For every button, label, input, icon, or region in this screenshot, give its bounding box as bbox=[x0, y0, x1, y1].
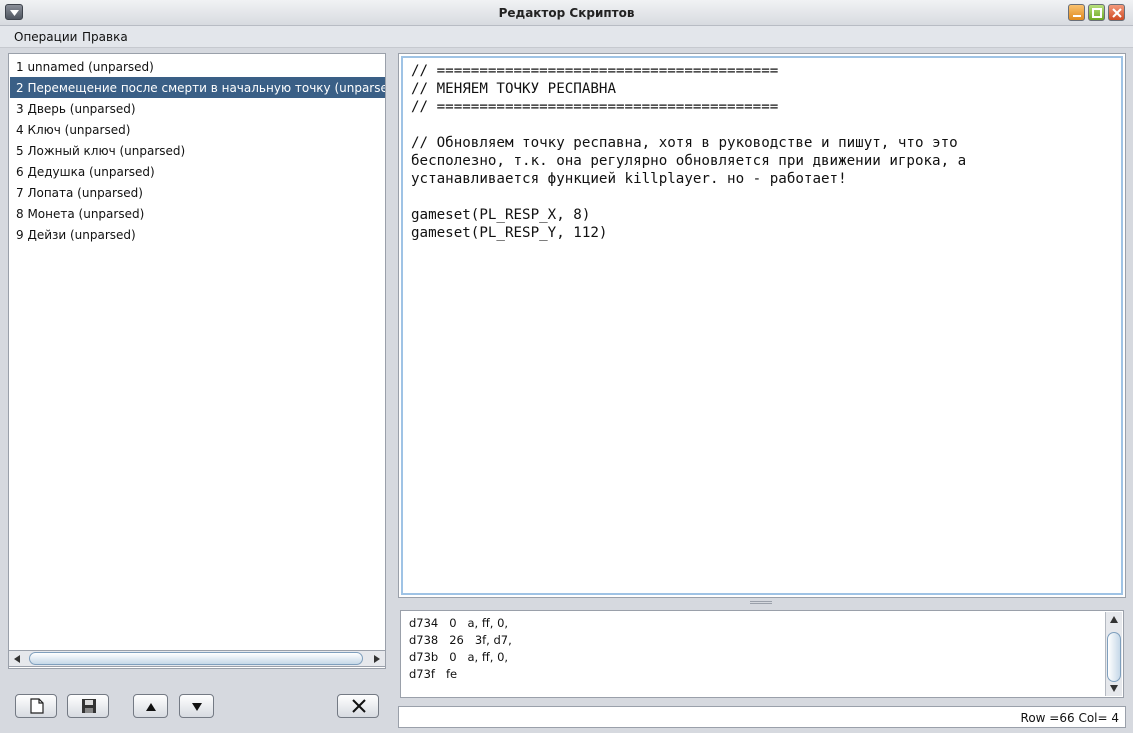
script-editor-container: // =====================================… bbox=[398, 53, 1126, 598]
delete-icon bbox=[352, 699, 366, 713]
script-list-item[interactable]: 6 Дедушка (unparsed) bbox=[10, 161, 385, 182]
script-list-item[interactable]: 9 Дейзи (unparsed) bbox=[10, 224, 385, 245]
maximize-icon bbox=[1092, 8, 1102, 18]
hscroll-thumb[interactable] bbox=[29, 652, 363, 665]
bytecode-line: d73f fe bbox=[409, 667, 458, 681]
bytecode-line: d738 26 3f, d7, bbox=[409, 633, 512, 647]
bytecode-line: d734 0 a, ff, 0, bbox=[409, 616, 509, 630]
script-list-item[interactable]: 7 Лопата (unparsed) bbox=[10, 182, 385, 203]
save-script-button[interactable] bbox=[67, 694, 109, 718]
script-list-item[interactable]: 5 Ложный ключ (unparsed) bbox=[10, 140, 385, 161]
maximize-button[interactable] bbox=[1088, 4, 1105, 21]
minimize-button[interactable] bbox=[1068, 4, 1085, 21]
move-down-icon bbox=[192, 703, 202, 711]
script-list-item[interactable]: 4 Ключ (unparsed) bbox=[10, 119, 385, 140]
menu-operations[interactable]: Операции bbox=[14, 30, 77, 44]
script-list-hscrollbar[interactable] bbox=[8, 650, 386, 667]
scroll-down-icon[interactable] bbox=[1109, 683, 1119, 693]
scroll-right-icon[interactable] bbox=[371, 653, 383, 665]
status-bar: Row =66 Col= 4 bbox=[398, 706, 1126, 728]
save-icon bbox=[82, 699, 96, 713]
script-list-item[interactable]: 8 Монета (unparsed) bbox=[10, 203, 385, 224]
vscroll-thumb[interactable] bbox=[1107, 632, 1121, 682]
code-line: // МЕНЯЕМ ТОЧКУ РЕСПАВНА bbox=[411, 81, 616, 97]
code-line: устанавливается функцией killplayer. но … bbox=[411, 171, 847, 187]
new-script-button[interactable] bbox=[15, 694, 57, 718]
code-line: gameset(PL_RESP_Y, 112) bbox=[411, 225, 608, 241]
bytecode-panel: d734 0 a, ff, 0, d738 26 3f, d7, d73b 0 … bbox=[400, 610, 1124, 698]
minimize-icon bbox=[1073, 15, 1081, 17]
move-up-button[interactable] bbox=[133, 694, 168, 718]
scroll-up-icon[interactable] bbox=[1109, 615, 1119, 625]
editor-splitter[interactable] bbox=[398, 598, 1126, 608]
script-editor[interactable]: // =====================================… bbox=[401, 56, 1123, 595]
move-up-icon bbox=[146, 703, 156, 711]
code-line: бесполезно, т.к. она регулярно обновляет… bbox=[411, 153, 967, 169]
bytecode-vscrollbar[interactable] bbox=[1105, 612, 1122, 696]
scroll-left-icon[interactable] bbox=[11, 653, 23, 665]
bytecode-line: d73b 0 a, ff, 0, bbox=[409, 650, 509, 664]
code-line: gameset(PL_RESP_X, 8) bbox=[411, 207, 591, 223]
new-file-icon bbox=[30, 698, 44, 714]
code-line: // =====================================… bbox=[411, 63, 779, 79]
close-icon bbox=[1112, 8, 1122, 18]
window-title: Редактор Скриптов bbox=[498, 6, 635, 20]
code-line: // =====================================… bbox=[411, 99, 779, 115]
script-list: 1 unnamed (unparsed) 2 Перемещение после… bbox=[8, 53, 386, 669]
splitter-grip-icon[interactable] bbox=[750, 601, 772, 604]
script-list-item-selected[interactable]: 2 Перемещение после смерти в начальную т… bbox=[10, 77, 385, 98]
title-bar: Редактор Скриптов bbox=[0, 0, 1133, 26]
menu-edit[interactable]: Правка bbox=[82, 30, 128, 44]
code-line: // Обновляем точку респавна, хотя в руко… bbox=[411, 135, 958, 151]
move-down-button[interactable] bbox=[179, 694, 214, 718]
delete-script-button[interactable] bbox=[337, 694, 379, 718]
script-list-item[interactable]: 3 Дверь (unparsed) bbox=[10, 98, 385, 119]
cursor-position: Row =66 Col= 4 bbox=[1020, 711, 1119, 725]
menu-bar: Операции Правка bbox=[0, 26, 1133, 48]
script-list-item[interactable]: 1 unnamed (unparsed) bbox=[10, 56, 385, 77]
close-window-button[interactable] bbox=[1108, 4, 1125, 21]
